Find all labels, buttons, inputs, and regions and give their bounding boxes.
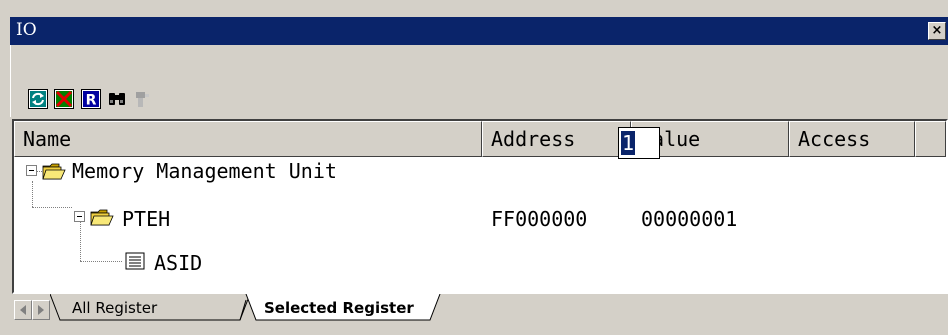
stop-icon[interactable] xyxy=(54,89,74,109)
tab-scroll-left-button[interactable] xyxy=(14,300,32,320)
collapse-toggle[interactable] xyxy=(74,211,85,222)
tree-line xyxy=(32,207,72,208)
tree-line xyxy=(80,261,122,262)
tab-selected-register[interactable]: Selected Register xyxy=(264,294,414,322)
arrow-left-icon xyxy=(20,305,26,315)
binoculars-icon[interactable] xyxy=(107,89,127,109)
register-field-icon xyxy=(125,252,145,270)
tree-line xyxy=(80,219,81,261)
io-window: IO × R Name Address Value Access Memory … xyxy=(0,0,948,335)
register-icon[interactable]: R xyxy=(81,89,101,109)
tab-scroll-right-button[interactable] xyxy=(32,300,50,320)
tree-item-label[interactable]: Memory Management Unit xyxy=(72,159,337,183)
folder-icon xyxy=(90,209,114,226)
svg-text:R: R xyxy=(86,93,97,109)
column-header-address[interactable]: Address xyxy=(482,121,631,157)
tree-line xyxy=(32,181,33,207)
column-header-name[interactable]: Name xyxy=(14,121,482,157)
tree-item-label[interactable]: ASID xyxy=(154,251,202,275)
folder-icon xyxy=(42,163,66,180)
toolbar: R xyxy=(10,45,948,117)
selected-value-text[interactable]: 1 xyxy=(621,131,635,155)
window-title: IO xyxy=(16,20,37,40)
refresh-icon[interactable] xyxy=(28,89,48,109)
collapse-toggle[interactable] xyxy=(26,165,37,176)
arrow-right-icon xyxy=(38,305,44,315)
disabled-tool-icon xyxy=(136,92,149,107)
title-bar[interactable]: IO × xyxy=(10,17,948,45)
column-header-filler xyxy=(915,121,946,157)
register-list[interactable]: Name Address Value Access Memory Managem… xyxy=(12,119,948,294)
value-edit-field[interactable]: 1 xyxy=(618,127,660,159)
address-cell: FF000000 xyxy=(491,207,588,231)
close-button[interactable]: × xyxy=(928,22,946,40)
tab-bar: All Register Selected Register xyxy=(10,294,948,335)
tree-item-label[interactable]: PTEH xyxy=(122,207,170,231)
value-cell[interactable]: 00000001 xyxy=(641,207,737,231)
column-header-access[interactable]: Access xyxy=(789,121,915,157)
tab-all-register[interactable]: All Register xyxy=(72,294,157,322)
